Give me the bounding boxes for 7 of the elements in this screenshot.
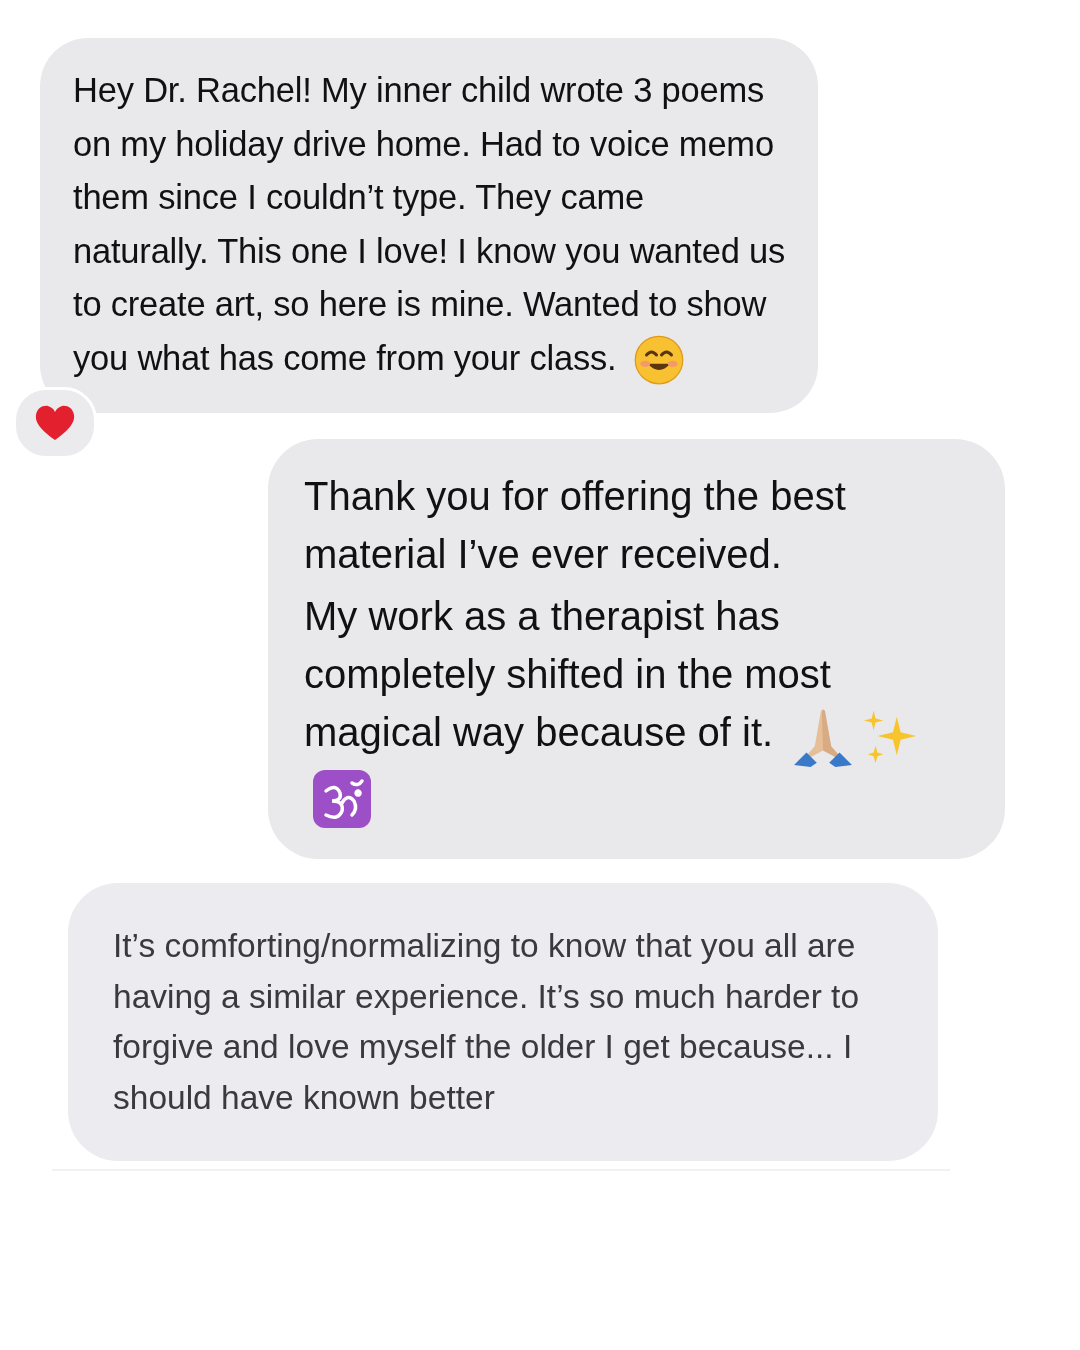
- smiley-icon: [633, 335, 684, 386]
- message-text: Hey Dr. Rachel! My inner child wrote 3 poems on my holiday drive home. Had to voice memo them since I couldn’t type. They came naturally. This one I love! I know you wanted us to create art, so here is mine. Wanted to show you what has come from your class.: [73, 64, 788, 386]
- message-text: Thank you for offering the best material I’ve ever received.: [304, 473, 847, 579]
- message-text: My work as a therapist has completely shifted in the most magical way because of it.: [304, 587, 975, 830]
- om-icon: [312, 769, 372, 830]
- message-text: It’s comforting/normalizing to know that you all are having a similar experience. It’s so much harder to forgive and love myself the older I get because... I should have known better: [113, 926, 861, 1118]
- heart-icon: [35, 405, 75, 442]
